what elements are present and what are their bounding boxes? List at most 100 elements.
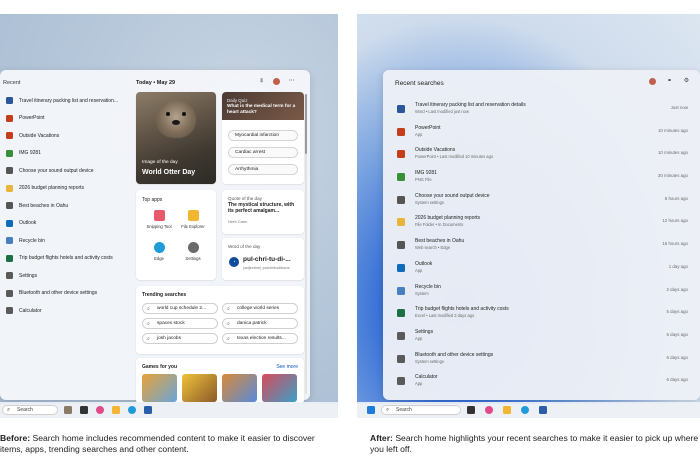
- gear-icon: [397, 331, 405, 340]
- link-icon[interactable]: ⚭: [666, 78, 673, 85]
- scrollbar-thumb[interactable]: [305, 94, 307, 154]
- word-doc-icon: [397, 105, 405, 113]
- quiz-option[interactable]: Cardiac arrest: [228, 147, 298, 158]
- app-snipping-tool[interactable]: Snipping Tool: [144, 210, 174, 229]
- taskbar-after: Search: [357, 402, 700, 418]
- recent-item[interactable]: Choose your sound output device: [0, 162, 128, 180]
- item-name: PowerPoint: [415, 124, 441, 131]
- recent-search-item[interactable]: Recycle bin System 2 days ago: [383, 280, 700, 303]
- gear-icon[interactable]: ⚙: [683, 78, 690, 85]
- recent-search-item[interactable]: Outside Vacations PowerPoint • Last modif…: [383, 143, 700, 166]
- recent-search-item[interactable]: Settings App 6 days ago: [383, 325, 700, 348]
- trending-item[interactable]: college world series: [222, 303, 298, 314]
- app-edge[interactable]: Edge: [144, 242, 174, 261]
- search-highlight-icon[interactable]: [64, 406, 72, 414]
- avatar[interactable]: [273, 78, 280, 85]
- store-icon[interactable]: [144, 406, 152, 414]
- quiz-option[interactable]: Arrhythmia: [228, 164, 298, 175]
- recent-search-item[interactable]: Trip budget flights hotels and activity …: [383, 302, 700, 325]
- recent-item[interactable]: IMG 9281: [0, 145, 128, 163]
- taskbar-search-box[interactable]: Search: [2, 405, 58, 415]
- gear-icon: [6, 272, 13, 280]
- recent-search-item[interactable]: Outlook App 1 day ago: [383, 257, 700, 280]
- copilot-icon[interactable]: [485, 406, 493, 414]
- trending-item[interactable]: spacex stock: [142, 318, 218, 329]
- recent-item[interactable]: Settings: [0, 267, 128, 285]
- image-of-the-day-card[interactable]: Image of the day World Otter Day: [136, 92, 216, 184]
- trending-item[interactable]: texas election results...: [222, 333, 298, 344]
- filter-icon[interactable]: ⫫: [258, 78, 265, 85]
- quote-author: Herb Caen: [228, 219, 248, 224]
- recent-search-item[interactable]: Calculator App 6 days ago: [383, 370, 700, 393]
- recent-item[interactable]: PowerPoint: [0, 110, 128, 128]
- recent-item[interactable]: Best beaches in Oahu: [0, 197, 128, 215]
- recent-item-label: Settings: [19, 272, 38, 279]
- recent-item[interactable]: 2026 budget planning reports: [0, 180, 128, 198]
- recent-search-item[interactable]: Bluetooth and other device settings Syste…: [383, 348, 700, 371]
- item-name: Settings: [415, 328, 434, 335]
- taskbar-before: Search: [0, 402, 338, 418]
- app-settings[interactable]: Settings: [178, 242, 208, 261]
- image-of-day-title: World Otter Day: [142, 169, 196, 176]
- recent-item[interactable]: Outside Vacations: [0, 127, 128, 145]
- file-explorer-icon[interactable]: [112, 406, 120, 414]
- game-thumbnail[interactable]: [142, 374, 177, 402]
- item-timestamp: 10 minutes ago: [657, 127, 688, 133]
- recent-item-label: Best beaches in Oahu: [19, 202, 69, 209]
- recent-item[interactable]: Calculator: [0, 302, 128, 320]
- recent-search-item[interactable]: Best beaches in Oahu Web search • Edge 16 …: [383, 234, 700, 257]
- recent-item[interactable]: Bluetooth and other device settings: [0, 285, 128, 303]
- trending-item[interactable]: danica patrick: [222, 318, 298, 329]
- item-subtitle: App: [415, 335, 423, 341]
- recent-item-label: Trip budget flights hotels and activity …: [19, 255, 113, 262]
- recent-search-item[interactable]: Travel itinerary packing list and reserv…: [383, 98, 700, 121]
- recent-item[interactable]: Trip budget flights hotels and activity …: [0, 250, 128, 268]
- item-subtitle: System settings: [415, 358, 444, 364]
- recent-item[interactable]: Outlook: [0, 215, 128, 233]
- snipping-tool-icon: [153, 210, 165, 221]
- taskbar-search-box[interactable]: Search: [381, 405, 461, 415]
- quote-of-the-day-card[interactable]: Quote of the day The mystical structure,…: [222, 190, 304, 234]
- game-thumbnail[interactable]: [222, 374, 257, 402]
- recent-item-label: Travel itinerary packing list and reserv…: [19, 97, 119, 104]
- task-view-icon[interactable]: [80, 406, 88, 414]
- app-file-explorer[interactable]: File Explorer: [178, 210, 208, 229]
- game-thumbnail[interactable]: [182, 374, 217, 402]
- quiz-option[interactable]: Myocardial infarction: [228, 130, 298, 141]
- avatar[interactable]: [649, 78, 656, 85]
- recent-item[interactable]: Travel itinerary packing list and reserv…: [0, 92, 128, 110]
- copilot-icon[interactable]: [96, 406, 104, 414]
- recent-search-item[interactable]: Choose your sound output device System se…: [383, 189, 700, 212]
- trending-item[interactable]: josh jacobs: [142, 333, 218, 344]
- powerpoint-icon: [397, 127, 405, 136]
- recent-search-item[interactable]: PowerPoint App 10 minutes ago: [383, 121, 700, 144]
- daily-quiz-card: Daily Quiz What is the medical term for …: [222, 92, 304, 184]
- game-thumbnail[interactable]: [262, 374, 297, 402]
- store-icon[interactable]: [539, 406, 547, 414]
- edge-icon[interactable]: [521, 406, 529, 414]
- quote-text: The mystical structure, with its perfect…: [228, 202, 295, 214]
- item-name: IMG 9281: [415, 170, 437, 177]
- trending-item[interactable]: world cup schedule 2...: [142, 303, 218, 314]
- item-timestamp: 1 day ago: [668, 263, 688, 269]
- item-subtitle: Web search • Edge: [415, 245, 451, 251]
- word-of-the-day-card[interactable]: Word of the day ◔ pul-chri-tu-di-... (ad…: [222, 238, 304, 280]
- recent-item-label: Bluetooth and other device settings: [19, 290, 98, 297]
- more-options-icon[interactable]: ⋯: [288, 78, 295, 85]
- file-explorer-icon[interactable]: [503, 406, 511, 414]
- recent-item[interactable]: Recycle bin: [0, 232, 128, 250]
- edge-icon[interactable]: [128, 406, 136, 414]
- outlook-icon: [6, 219, 13, 227]
- item-timestamp: 5 days ago: [666, 309, 688, 315]
- item-timestamp: 6 days ago: [666, 331, 688, 337]
- recycle-bin-icon: [6, 237, 13, 245]
- task-view-icon[interactable]: [467, 406, 475, 414]
- recent-search-item[interactable]: IMG 9281 PNG File 20 minutes ago: [383, 166, 700, 189]
- speaker-icon: [397, 195, 405, 204]
- recent-search-item[interactable]: 2026 budget planning reports File Folder …: [383, 211, 700, 234]
- windows-start-icon[interactable]: [367, 406, 375, 414]
- see-more-link[interactable]: See more: [276, 364, 298, 370]
- trending-title: Trending searches: [142, 292, 187, 298]
- item-subtitle: Excel • Last modified 3 days ago: [415, 313, 475, 319]
- item-name: Calculator: [415, 374, 438, 381]
